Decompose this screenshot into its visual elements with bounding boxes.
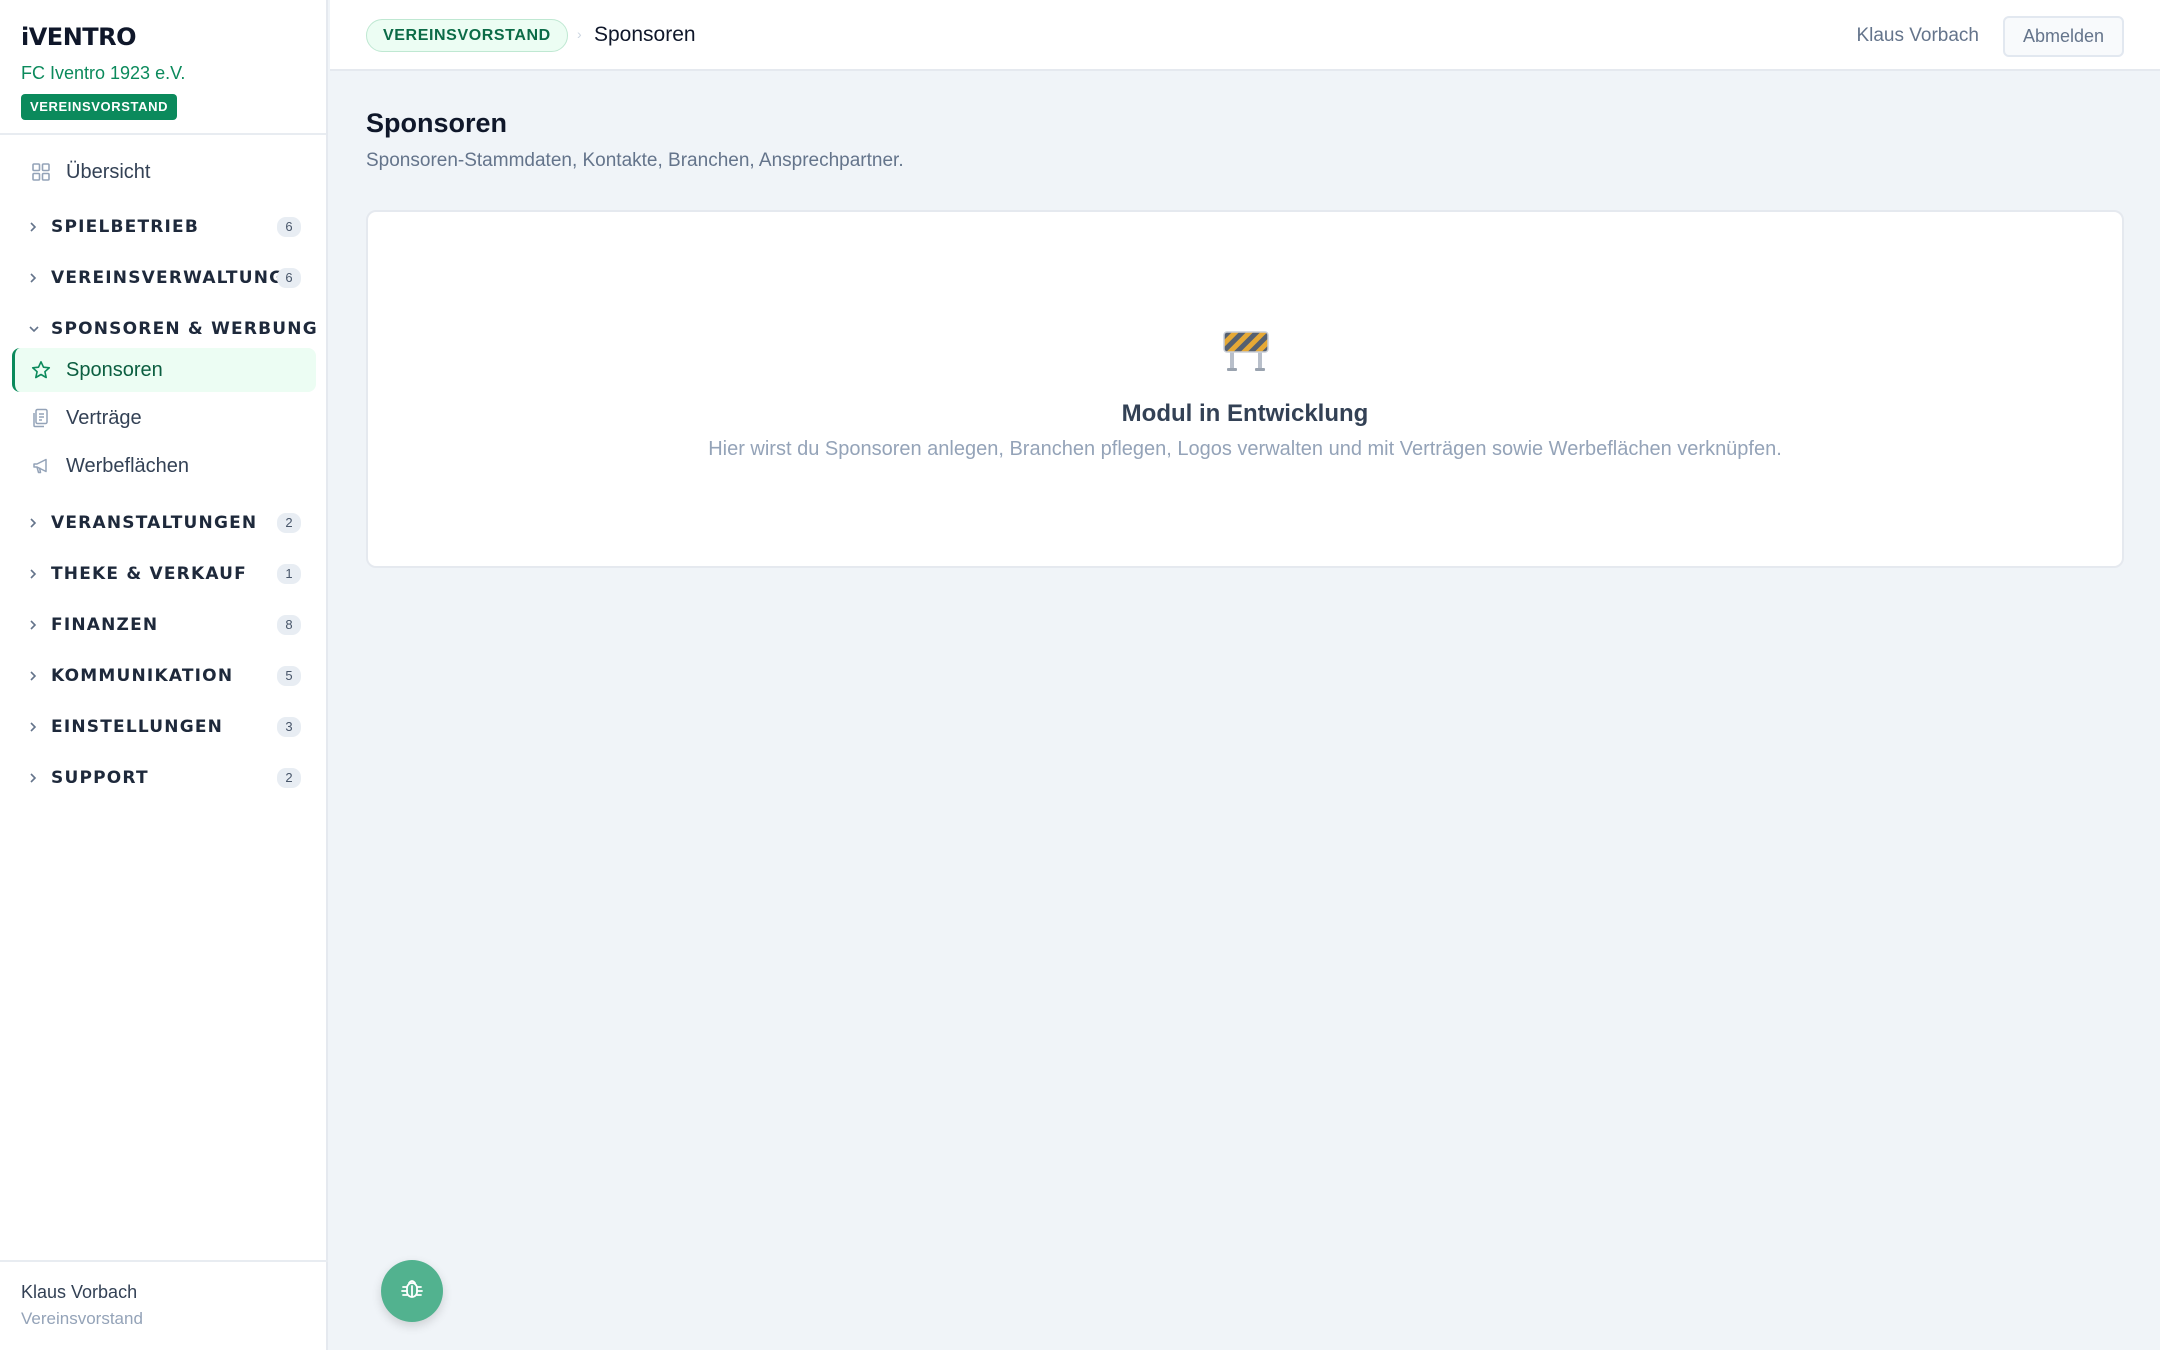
chevron-right-icon: [28, 272, 42, 284]
sidebar-item-overview[interactable]: Übersicht: [12, 150, 316, 194]
construction-icon: [1222, 328, 1270, 372]
nav-group-label: SPIELBETRIEB: [51, 217, 200, 237]
nav-group-count: 6: [277, 268, 301, 288]
nav-group-count: 8: [277, 615, 301, 635]
nav-group-support[interactable]: SUPPORT 2: [0, 758, 328, 798]
nav-group-label: VEREINSVERWALTUNG: [51, 268, 285, 288]
nav-group-theke-verkauf[interactable]: THEKE & VERKAUF 1: [0, 554, 328, 594]
nav-group-label: EINSTELLUNGEN: [51, 717, 224, 737]
club-name: FC Iventro 1923 e.V.: [21, 63, 186, 83]
grid-icon: [30, 161, 52, 183]
app-logo[interactable]: iVENTRO: [21, 22, 305, 52]
chevron-right-icon: [28, 221, 42, 233]
user-name: Klaus Vorbach: [21, 1282, 138, 1302]
placeholder-card: Modul in Entwicklung Hier wirst du Spons…: [366, 210, 2124, 568]
bug-icon: [399, 1276, 425, 1307]
logout-button[interactable]: Abmelden: [2003, 16, 2124, 57]
page-subtitle: Sponsoren-Stammdaten, Kontakte, Branchen…: [366, 150, 904, 171]
card-description: Hier wirst du Sponsoren anlegen, Branche…: [708, 438, 1782, 460]
nav-group-count: 3: [277, 717, 301, 737]
breadcrumb-separator: ›: [577, 26, 582, 42]
nav-group-label: THEKE & VERKAUF: [51, 564, 247, 584]
breadcrumb-current: Sponsoren: [594, 23, 696, 46]
sidebar-item-vertraege[interactable]: Verträge: [12, 396, 316, 440]
sidebar: iVENTRO FC Iventro 1923 e.V. VEREINSVORS…: [0, 0, 328, 1350]
sidebar-item-label: Verträge: [66, 406, 142, 429]
topbar: VEREINSVORSTAND › Sponsoren Klaus Vorbac…: [330, 0, 2160, 71]
nav-group-label: KOMMUNIKATION: [51, 666, 234, 686]
megaphone-icon: [30, 455, 52, 477]
sidebar-user-info: Klaus Vorbach Vereinsvorstand: [0, 1260, 328, 1350]
chevron-right-icon: [28, 721, 42, 733]
sidebar-item-label: Werbeflächen: [66, 454, 190, 477]
sidebar-item-label: Sponsoren: [66, 358, 163, 381]
nav-group-label: FINANZEN: [51, 615, 159, 635]
sidebar-item-werbeflaechen[interactable]: Werbeflächen: [12, 444, 316, 488]
page-title: Sponsoren: [366, 108, 508, 138]
nav-group-count: 6: [277, 217, 301, 237]
breadcrumb-role-badge[interactable]: VEREINSVORSTAND: [366, 19, 568, 52]
bug-report-button[interactable]: [381, 1260, 443, 1322]
star-icon: [30, 359, 52, 381]
user-role: Vereinsvorstand: [21, 1309, 143, 1328]
chevron-right-icon: [28, 619, 42, 631]
sidebar-item-sponsoren[interactable]: Sponsoren: [12, 348, 316, 392]
nav-group-count: 1: [277, 564, 301, 584]
document-icon: [30, 407, 52, 429]
nav-group-einstellungen[interactable]: EINSTELLUNGEN 3: [0, 707, 328, 747]
nav-group-label: SUPPORT: [51, 768, 149, 788]
nav-group-finanzen[interactable]: FINANZEN 8: [0, 605, 328, 645]
brand-header: iVENTRO FC Iventro 1923 e.V. VEREINSVORS…: [0, 0, 326, 135]
chevron-right-icon: [28, 568, 42, 580]
nav-group-vereinsverwaltung[interactable]: VEREINSVERWALTUNG 6: [0, 258, 328, 298]
role-badge: VEREINSVORSTAND: [21, 94, 178, 120]
nav-group-spielbetrieb[interactable]: SPIELBETRIEB 6: [0, 207, 328, 247]
nav-group-sponsoren-werbung[interactable]: SPONSOREN & WERBUNG: [0, 309, 328, 349]
nav-group-count: 5: [277, 666, 301, 686]
chevron-down-icon: [28, 324, 42, 334]
chevron-right-icon: [28, 517, 42, 529]
chevron-right-icon: [28, 772, 42, 784]
card-title: Modul in Entwicklung: [1121, 400, 1369, 427]
nav-group-label: SPONSOREN & WERBUNG: [51, 319, 318, 339]
nav-group-kommunikation[interactable]: KOMMUNIKATION 5: [0, 656, 328, 696]
chevron-right-icon: [28, 670, 42, 682]
sidebar-item-label: Übersicht: [66, 160, 151, 183]
nav-group-count: 2: [277, 513, 301, 533]
nav-group-count: 2: [277, 768, 301, 788]
nav-group-label: VERANSTALTUNGEN: [51, 513, 258, 533]
topbar-user-name: Klaus Vorbach: [1856, 25, 1979, 46]
nav-group-veranstaltungen[interactable]: VERANSTALTUNGEN 2: [0, 503, 328, 543]
